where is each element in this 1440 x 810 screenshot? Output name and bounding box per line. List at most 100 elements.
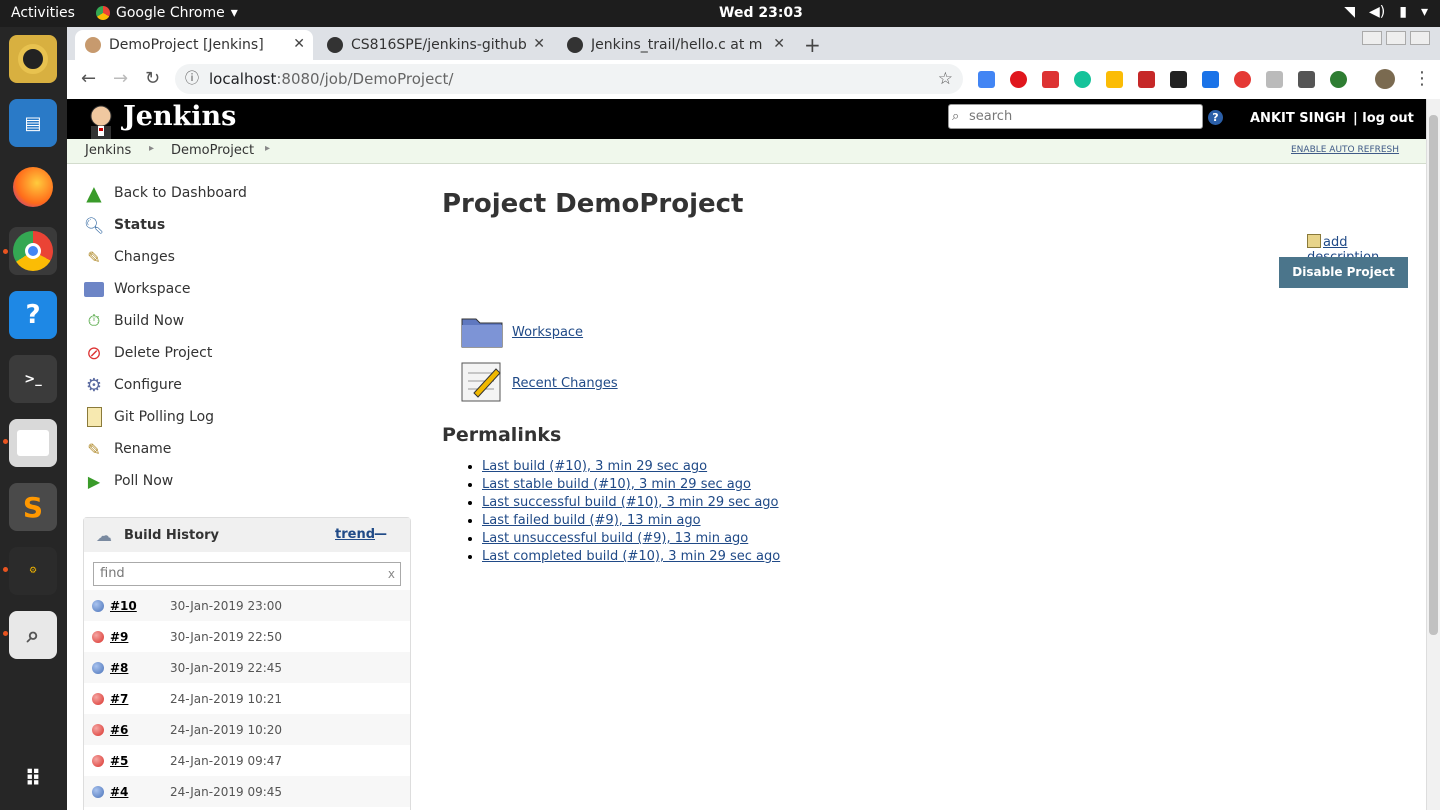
build-row[interactable]: #5 24-Jan-2019 09:47 [84,745,410,776]
new-tab-icon[interactable]: + [804,33,821,57]
tab-github-repo[interactable]: CS816SPE/jenkins-github ✕ [317,30,553,60]
app-menu[interactable]: Google Chrome ▾ [96,5,238,21]
sublime-icon[interactable]: S [9,483,57,531]
build-date[interactable]: 30-Jan-2019 23:00 [170,599,282,613]
task-label[interactable]: Git Polling Log [114,409,214,425]
grammarly-extension-icon[interactable] [1074,71,1091,88]
task-status[interactable]: 🔍︎ Status [83,213,165,237]
system-tray[interactable]: ◥ ◀) ▮ ▾ [1344,4,1428,20]
build-filter-input[interactable]: find x [93,562,401,586]
workspace-link[interactable]: Workspace [512,325,583,340]
avatar[interactable] [1375,69,1395,89]
help-icon[interactable]: ? [1208,110,1223,125]
help-icon[interactable]: ? [9,291,57,339]
workspace-item[interactable]: Workspace [460,311,583,353]
task-back-to-dashboard[interactable]: ▲ Back to Dashboard [83,181,247,205]
breadcrumb-separator-icon[interactable]: ▸ [265,143,270,154]
permalink-last-successful-build[interactable]: Last successful build (#10), 3 min 29 se… [482,495,779,510]
build-number-link[interactable]: #8 [110,661,128,675]
build-row[interactable]: #10 30-Jan-2019 23:00 [84,590,410,621]
incognito-extension-icon[interactable] [1170,71,1187,88]
build-row[interactable]: #8 30-Jan-2019 22:45 [84,652,410,683]
shield-extension-icon[interactable] [1234,71,1251,88]
build-date[interactable]: 24-Jan-2019 10:20 [170,723,282,737]
build-number-link[interactable]: #4 [110,785,128,799]
permalink-last-stable-build[interactable]: Last stable build (#10), 3 min 29 sec ag… [482,477,751,492]
reload-icon[interactable]: ↻ [145,68,160,89]
build-number-link[interactable]: #10 [110,599,137,613]
build-row[interactable]: #7 24-Jan-2019 10:21 [84,683,410,714]
maximize-button[interactable] [1386,31,1406,45]
recent-changes-link[interactable]: Recent Changes [512,376,618,391]
files-icon[interactable] [9,419,57,467]
task-delete-project[interactable]: ⊘ Delete Project [83,341,212,365]
gmail-extension-icon[interactable] [1042,71,1059,88]
writer-icon[interactable]: ▤ [9,99,57,147]
breadcrumb-separator-icon[interactable]: ▸ [149,143,154,154]
task-label[interactable]: Status [114,217,165,233]
recent-changes-item[interactable]: Recent Changes [460,359,618,407]
address-bar[interactable]: ⓘ localhost:8080/job/DemoProject/ ☆ [175,64,963,94]
search-input[interactable]: ⌕ search [948,104,1203,129]
jenkins-logo-text[interactable]: Jenkins [123,101,236,132]
build-number-link[interactable]: #9 [110,630,128,644]
clear-filter-icon[interactable]: x [388,563,395,585]
close-icon[interactable]: ✕ [293,36,305,52]
task-label[interactable]: Configure [114,377,182,393]
permalink-last-unsuccessful-build[interactable]: Last unsuccessful build (#9), 13 min ago [482,531,748,546]
minimize-button[interactable] [1362,31,1382,45]
breadcrumb-demoproject[interactable]: DemoProject [171,143,254,158]
bookmark-extension-icon[interactable] [1138,71,1155,88]
tab-demoproject[interactable]: DemoProject [Jenkins] ✕ [75,30,313,60]
globe-extension-icon[interactable] [1330,71,1347,88]
permalink-last-completed-build[interactable]: Last completed build (#10), 3 min 29 sec… [482,549,780,564]
task-rename[interactable]: ✎ Rename [83,437,171,461]
build-number-link[interactable]: #6 [110,723,128,737]
brush-extension-icon[interactable] [1298,71,1315,88]
user-link[interactable]: ANKIT SINGH [1250,111,1346,126]
menu-kebab-icon[interactable]: ⋮ [1413,68,1431,89]
breadcrumb-jenkins[interactable]: Jenkins [85,143,131,158]
show-apps-icon[interactable]: ⠿ [9,755,57,803]
chrome-dock-icon[interactable] [9,227,57,275]
build-number-link[interactable]: #7 [110,692,128,706]
task-git-polling-log[interactable]: Git Polling Log [83,405,214,429]
disable-project-button[interactable]: Disable Project [1279,257,1408,288]
terminal-icon[interactable]: >_ [9,355,57,403]
task-label[interactable]: Poll Now [114,473,173,489]
task-changes[interactable]: ✎ Changes [83,245,175,269]
build-number-link[interactable]: #5 [110,754,128,768]
download-extension-icon[interactable] [1202,71,1219,88]
build-row[interactable]: #9 30-Jan-2019 22:50 [84,621,410,652]
opera-extension-icon[interactable] [1010,71,1027,88]
drive-extension-icon[interactable] [1106,71,1123,88]
close-icon[interactable]: ✕ [533,36,545,52]
permalink-last-build[interactable]: Last build (#10), 3 min 29 sec ago [482,459,707,474]
task-label[interactable]: Back to Dashboard [114,185,247,201]
back-icon[interactable]: ← [81,68,96,89]
rhythmbox-icon[interactable] [9,35,57,83]
task-label[interactable]: Rename [114,441,171,457]
build-row[interactable]: #6 24-Jan-2019 10:20 [84,714,410,745]
firefox-icon[interactable] [9,163,57,211]
scrollbar-thumb[interactable] [1429,115,1438,635]
image-viewer-icon[interactable]: ⌕ [9,611,57,659]
collapse-icon[interactable]: — [374,527,387,542]
build-date[interactable]: 24-Jan-2019 09:47 [170,754,282,768]
translate-extension-icon[interactable] [978,71,995,88]
enable-auto-refresh-link[interactable]: ENABLE AUTO REFRESH [1291,145,1399,155]
close-window-button[interactable] [1410,31,1430,45]
task-label[interactable]: Build Now [114,313,184,329]
info-icon[interactable]: ⓘ [185,64,199,94]
activities-button[interactable]: Activities [11,5,75,21]
build-date[interactable]: 24-Jan-2019 09:45 [170,785,282,799]
permalink-last-failed-build[interactable]: Last failed build (#9), 13 min ago [482,513,701,528]
bookmark-star-icon[interactable]: ☆ [938,64,953,94]
build-date[interactable]: 24-Jan-2019 10:21 [170,692,282,706]
logout-link[interactable]: | log out [1353,111,1414,126]
clock[interactable]: Wed 23:03 [719,5,803,21]
task-label[interactable]: Workspace [114,281,191,297]
jenkins-butler-icon[interactable] [85,104,117,140]
build-date[interactable]: 30-Jan-2019 22:45 [170,661,282,675]
generic-extension-icon[interactable] [1266,71,1283,88]
